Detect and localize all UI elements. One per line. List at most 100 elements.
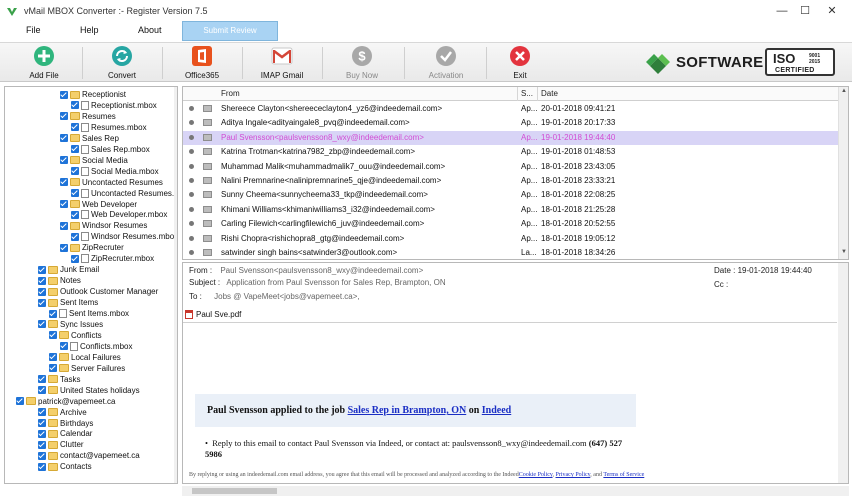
cookie-policy-link[interactable]: Cookie Policy [519,472,553,478]
tree-folder-item[interactable]: Sales Rep [60,133,119,144]
checkbox[interactable] [60,243,68,252]
menu-file[interactable]: File [26,25,41,35]
tree-folder-item[interactable]: Social Media [60,155,128,166]
checkbox[interactable] [49,331,57,340]
checkbox[interactable] [60,134,68,143]
email-row[interactable]: Katrina Trotman<katrina7982_zbp@indeedem… [183,145,838,159]
column-divider[interactable] [517,87,518,101]
tree-folder-item[interactable]: Sent Items [38,297,98,308]
attachment-name[interactable]: Paul Sve.pdf [196,310,241,319]
email-row[interactable]: Muhammad Malik<muhammadmalik7_ouu@indeed… [183,160,838,174]
checkbox[interactable] [60,178,68,187]
checkbox[interactable] [71,232,79,241]
email-row[interactable]: Shereece Clayton<shereececlayton4_yz6@in… [183,102,838,116]
tree-file-item[interactable]: Resumes.mbox [71,122,147,133]
terms-link[interactable]: Terms of Service [603,472,644,478]
privacy-policy-link[interactable]: Privacy Policy [556,472,591,478]
tree-folder-item[interactable]: United States holidays [38,385,140,396]
tree-file-item[interactable]: Web Developer.mbox [71,209,167,220]
close-window-button[interactable]: ✕ [812,0,852,21]
menu-about[interactable]: About [138,25,162,35]
email-row[interactable]: satwinder singh bains<satwinder3@outlook… [183,246,838,259]
tree-folder-item[interactable]: Contacts [38,461,92,472]
email-row[interactable]: Khimani Williams<khimaniwilliams3_i32@in… [183,203,838,217]
checkbox[interactable] [38,419,46,427]
tree-folder-item[interactable]: Birthdays [38,418,93,429]
tree-file-item[interactable]: ZipRecruter.mbox [71,253,154,264]
checkbox[interactable] [49,364,57,373]
tree-folder-item[interactable]: Notes [38,275,81,286]
tree-folder-item[interactable]: Resumes [60,111,116,122]
tree-folder-item[interactable]: Archive [38,407,87,418]
tree-file-item[interactable]: Social Media.mbox [71,166,159,177]
tree-folder-item[interactable]: Tasks [38,374,80,385]
tree-folder-item[interactable]: Conflicts [49,330,102,341]
tree-file-item[interactable]: Sales Rep.mbox [71,144,150,155]
tree-folder-item[interactable]: Outlook Customer Manager [38,286,158,297]
checkbox[interactable] [38,462,46,471]
checkbox[interactable] [38,429,46,438]
email-row[interactable]: Rishi Chopra<rishichopra8_gtg@indeedemai… [183,232,838,246]
checkbox[interactable] [38,320,46,329]
column-from[interactable]: From [221,89,240,98]
buy-now-button[interactable]: $ Buy Now [322,43,402,83]
checkbox[interactable] [71,189,79,198]
tree-folder-item[interactable]: Web Developer [60,199,137,210]
tree-folder-item[interactable]: Uncontacted Resumes [60,177,163,188]
imap-gmail-button[interactable]: IMAP Gmail [242,43,322,83]
menu-help[interactable]: Help [80,25,99,35]
checkbox[interactable] [60,342,68,351]
exit-button[interactable]: Exit [480,43,560,83]
list-scrollbar[interactable]: ▲ ▼ [838,87,848,259]
checkbox[interactable] [71,210,79,219]
submit-review-button[interactable]: Submit Review [182,21,278,41]
scroll-thumb[interactable] [192,488,277,494]
email-row[interactable]: Sunny Cheema<sunnycheema33_tkp@indeedema… [183,188,838,202]
column-divider[interactable] [537,87,538,101]
attachment-item[interactable]: Paul Sve.pdf [185,310,241,319]
scroll-down-icon[interactable]: ▼ [841,249,847,255]
checkbox[interactable] [49,353,57,362]
column-subject[interactable]: S... [521,89,533,98]
checkbox[interactable] [38,375,46,384]
tree-folder-item[interactable]: ZipRecruter [60,242,124,253]
checkbox[interactable] [60,156,68,165]
tree-scrollbar[interactable] [174,87,177,483]
checkbox[interactable] [38,276,46,285]
preview-scrollbar[interactable] [838,263,848,483]
tree-folder-item[interactable]: Sync Issues [38,319,103,330]
scroll-up-icon[interactable]: ▲ [841,88,847,94]
checkbox[interactable] [71,101,79,110]
checkbox[interactable] [16,397,24,406]
indeed-link[interactable]: Indeed [482,405,511,416]
checkbox[interactable] [60,200,68,208]
tree-file-item[interactable]: Receptionist.mbox [71,100,157,111]
tree-folder-item[interactable]: Junk Email [38,264,99,275]
tree-file-item[interactable]: Conflicts.mbox [60,341,132,352]
checkbox[interactable] [71,167,79,176]
checkbox[interactable] [60,221,68,230]
checkbox[interactable] [38,287,46,296]
tree-folder-item[interactable]: Calendar [38,428,92,439]
activation-button[interactable]: Activation [406,43,486,83]
tree-folder-item[interactable]: Receptionist [60,89,126,100]
checkbox[interactable] [38,386,46,395]
office365-button[interactable]: Office365 [162,43,242,83]
checkbox[interactable] [71,123,79,132]
checkbox[interactable] [60,90,68,99]
email-row[interactable]: Paul Svensson<paulsvensson8_wxy@indeedem… [183,130,838,145]
checkbox[interactable] [71,254,79,263]
tree-folder-item[interactable]: Local Failures [49,352,121,363]
column-date[interactable]: Date [541,89,558,98]
convert-button[interactable]: Convert [82,43,162,83]
tree-folder-item[interactable]: Windsor Resumes [60,220,147,231]
tree-file-item[interactable]: Windsor Resumes.mbox [71,231,177,242]
checkbox[interactable] [38,440,46,449]
tree-folder-item[interactable]: Server Failures [49,363,125,374]
email-row[interactable]: Carling Filewich<carlingfilewich6_juv@in… [183,217,838,231]
tree-file-item[interactable]: Sent Items.mbox [49,308,129,319]
horizontal-scrollbar[interactable] [182,486,849,496]
checkbox[interactable] [49,309,57,318]
checkbox[interactable] [71,145,79,154]
email-row[interactable]: Aditya Ingale<adityaingale8_pvq@indeedem… [183,116,838,130]
